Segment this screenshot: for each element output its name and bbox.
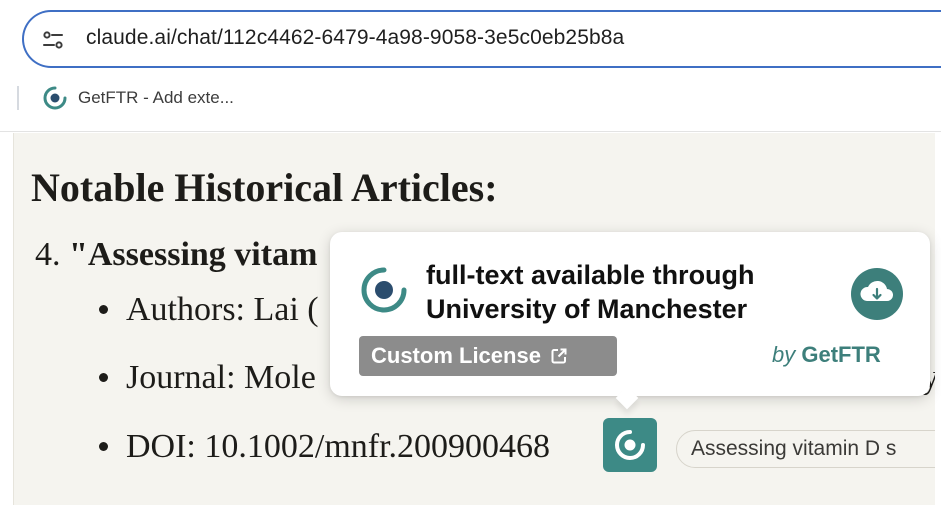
bookmark-label: GetFTR - Add exte... xyxy=(78,88,234,107)
list-number: 4. xyxy=(35,236,61,273)
getftr-icon xyxy=(615,430,645,460)
bullet-authors: Authors: Lai ( xyxy=(99,291,319,329)
left-edge xyxy=(7,133,14,505)
tune-icon[interactable] xyxy=(42,29,64,51)
bullet-dot xyxy=(99,441,108,451)
cloud-download-icon xyxy=(860,280,893,301)
right-edge xyxy=(935,133,941,505)
license-badge[interactable]: Custom License xyxy=(359,336,617,376)
url-text[interactable]: claude.ai/chat/112c4462-6479-4a98-9058-3… xyxy=(86,26,624,50)
download-button[interactable] xyxy=(851,268,903,320)
authors-text: Authors: Lai ( xyxy=(126,291,319,328)
getftr-popup: full-text available through University o… xyxy=(330,232,930,410)
journal-text: Journal: Mole xyxy=(126,359,316,396)
bullet-doi: DOI: 10.1002/mnfr.200900468 xyxy=(99,428,550,466)
getftr-icon xyxy=(43,86,67,110)
browser-chrome: claude.ai/chat/112c4462-6479-4a98-9058-3… xyxy=(0,0,941,132)
license-label: Custom License xyxy=(371,343,541,368)
doi-text[interactable]: DOI: 10.1002/mnfr.200900468 xyxy=(126,428,550,465)
bookmark-getftr[interactable]: GetFTR - Add exte... xyxy=(42,84,234,112)
by-getftr[interactable]: by GetFTR xyxy=(772,342,881,368)
availability-line-1: full-text available through xyxy=(426,260,755,290)
bullet-dot xyxy=(99,304,108,314)
bookmark-divider xyxy=(17,86,19,110)
bullet-journal: Journal: Mole xyxy=(99,359,316,397)
external-link-icon xyxy=(551,348,567,364)
article-title-chip[interactable]: Assessing vitamin D s xyxy=(676,430,941,468)
article-title: "Assessing vitam xyxy=(69,236,318,273)
section-heading: Notable Historical Articles: xyxy=(31,165,498,210)
bullet-dot xyxy=(99,372,108,382)
getftr-brand: GetFTR xyxy=(801,342,881,367)
list-item-4: 4. "Assessing vitam xyxy=(35,236,317,274)
getftr-logo-icon xyxy=(361,267,407,313)
address-bar[interactable]: claude.ai/chat/112c4462-6479-4a98-9058-3… xyxy=(22,10,941,68)
availability-line-2: University of Manchester xyxy=(426,294,748,324)
getftr-inline-button[interactable] xyxy=(603,418,657,472)
availability-text: full-text available through University o… xyxy=(426,258,755,326)
title-chip-text: Assessing vitamin D s xyxy=(691,437,897,460)
by-word: by xyxy=(772,342,796,367)
